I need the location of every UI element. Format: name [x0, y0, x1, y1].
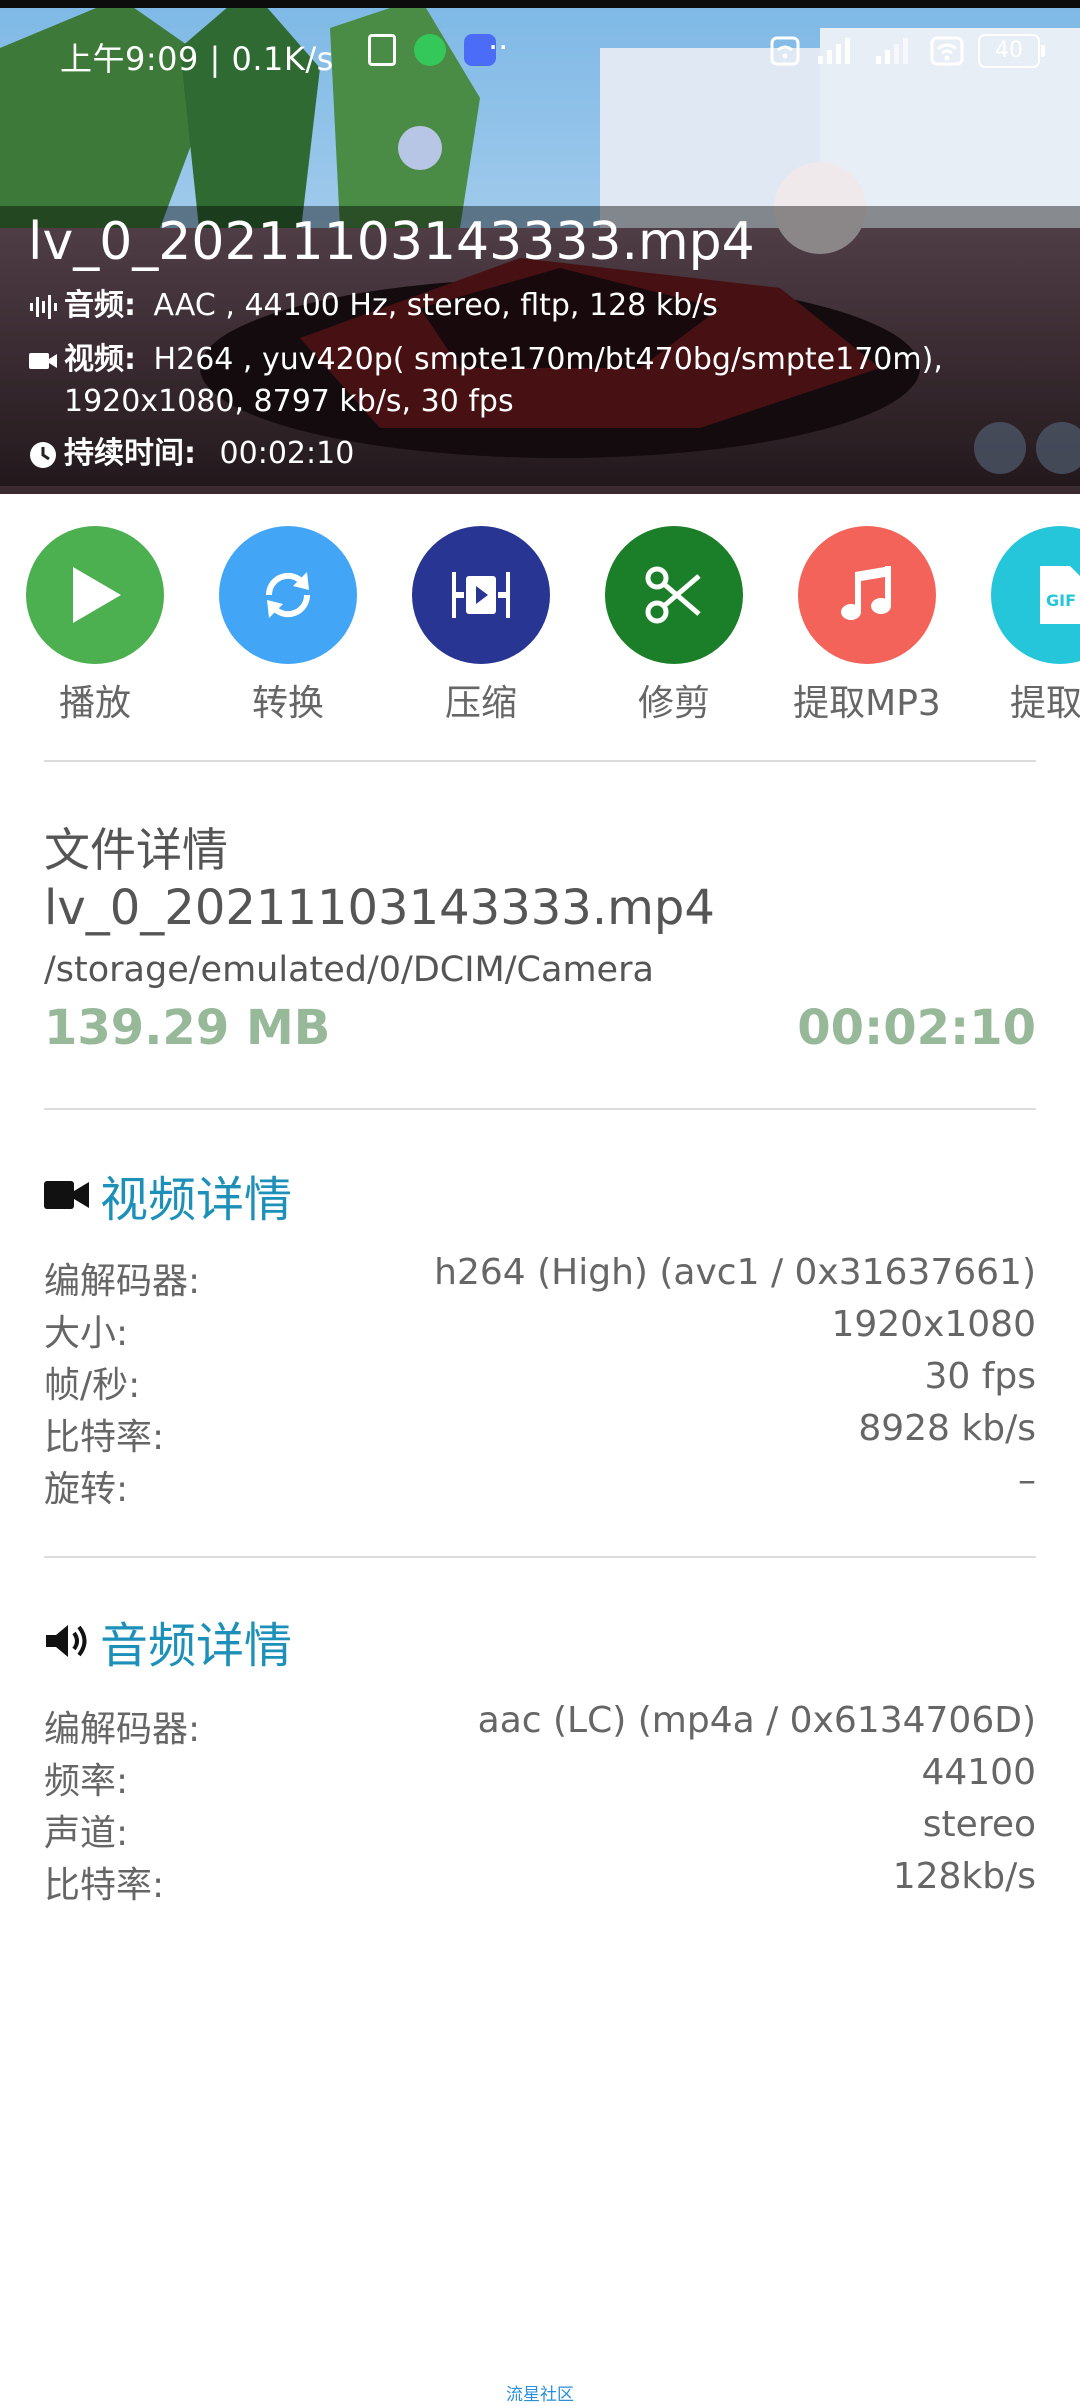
audio-detail-row: 编解码器: aac (LC) (mp4a / 0x6134706D)	[44, 1700, 1036, 1752]
video-thumbnail-header: 上午9:09 | 0.1K/s ·· 40 lv_0_2021110314333…	[0, 0, 1080, 494]
file-duration: 00:02:10	[797, 1000, 1036, 1056]
video-detail-row: 比特率: 8928 kb/s	[44, 1408, 1036, 1460]
duration-value: 00:02:10	[219, 436, 355, 471]
audio-detail-row: 频率: 44100	[44, 1752, 1036, 1804]
trim-label: 修剪	[637, 683, 710, 724]
wifi-icon	[930, 36, 964, 66]
play-label: 播放	[58, 683, 131, 724]
status-time: 上午9:09 | 0.1K/s	[60, 40, 334, 78]
file-details-name: lv_0_20211103143333.mp4	[44, 880, 715, 936]
video-value-line2: 1920x1080, 8797 kb/s, 30 fps	[64, 384, 514, 419]
audio-details-title: 音频详情	[100, 1618, 293, 1674]
detail-value: –	[1018, 1460, 1036, 1501]
video-details-title: 视频详情	[100, 1172, 293, 1228]
extract-mp3-button[interactable]: 提取MP3	[772, 526, 962, 726]
duration-label: 持续时间:	[64, 436, 196, 471]
audio-wave-icon	[30, 294, 57, 319]
compress-label: 压缩	[444, 683, 517, 724]
video-detail-row: 编解码器: h264 (High) (avc1 / 0x31637661)	[44, 1252, 1036, 1304]
detail-key: 编解码器:	[44, 1261, 201, 1302]
detail-key: 帧/秒:	[44, 1365, 141, 1406]
video-detail-row: 大小: 1920x1080	[44, 1304, 1036, 1356]
action-buttons-row: 播放 转换 压缩 修剪 提取MP3 GIF 提取	[0, 526, 1080, 726]
extract-mp3-label: 提取MP3	[793, 683, 941, 724]
convert-label: 转换	[251, 683, 324, 724]
extract-gif-button[interactable]: GIF 提取G	[965, 526, 1080, 726]
file-details-title: 文件详情	[44, 823, 228, 877]
audio-detail-row: 比特率: 128kb/s	[44, 1856, 1036, 1908]
detail-key: 旋转:	[44, 1469, 129, 1510]
watermark: 流星社区	[506, 2385, 574, 2405]
extract-gif-label: 提取G	[1010, 683, 1080, 724]
video-camera-icon	[44, 1181, 89, 1209]
audio-label: 音频:	[64, 288, 136, 323]
divider	[44, 1108, 1036, 1110]
header-file-name: lv_0_20211103143333.mp4	[28, 212, 755, 272]
detail-key: 比特率:	[44, 1417, 165, 1458]
wechat-app-icon	[414, 34, 446, 66]
scissors-icon	[645, 566, 701, 624]
gif-icon: GIF	[1040, 566, 1080, 624]
detail-value: 8928 kb/s	[858, 1408, 1036, 1449]
detail-value: 44100	[921, 1752, 1036, 1793]
audio-value: AAC , 44100 Hz, stereo, fltp, 128 kb/s	[153, 288, 718, 323]
signal-2-icon	[876, 38, 908, 64]
file-size: 139.29 MB	[44, 1000, 331, 1056]
video-value-line1: H264 , yuv420p( smpte170m/bt470bg/smpte1…	[153, 342, 943, 377]
header-video-row: 视频: H264 , yuv420p( smpte170m/bt470bg/sm…	[28, 340, 943, 380]
trim-button[interactable]: 修剪	[579, 526, 769, 726]
detail-key: 编解码器:	[44, 1709, 201, 1750]
compress-icon	[452, 572, 510, 618]
detail-key: 比特率:	[44, 1865, 165, 1906]
video-detail-row: 帧/秒: 30 fps	[44, 1356, 1036, 1408]
convert-icon	[265, 572, 311, 618]
header-audio-row: 音频: AAC , 44100 Hz, stereo, fltp, 128 kb…	[28, 286, 718, 326]
play-icon	[73, 567, 121, 623]
status-bar: 上午9:09 | 0.1K/s ·· 40	[0, 0, 1080, 100]
signal-1-icon	[818, 38, 850, 64]
video-details-header: 视频详情	[44, 1160, 292, 1230]
detail-value: 1920x1080	[831, 1304, 1036, 1345]
more-notifications-icon: ··	[488, 28, 509, 66]
video-label: 视频:	[64, 342, 136, 377]
detail-value: 30 fps	[924, 1356, 1036, 1397]
audio-detail-row: 声道: stereo	[44, 1804, 1036, 1856]
detail-value: h264 (High) (avc1 / 0x31637661)	[434, 1252, 1036, 1293]
detail-key: 大小:	[44, 1313, 129, 1354]
divider	[44, 760, 1036, 762]
svg-text:GIF: GIF	[1046, 591, 1076, 610]
vibrate-icon	[368, 34, 396, 66]
compress-button[interactable]: 压缩	[386, 526, 576, 726]
video-camera-icon	[29, 352, 57, 369]
file-details-path: /storage/emulated/0/DCIM/Camera	[44, 950, 654, 990]
music-note-icon	[841, 566, 891, 620]
audio-details-header: 音频详情	[44, 1606, 292, 1676]
detail-key: 声道:	[44, 1813, 129, 1854]
video-detail-row: 旋转: –	[44, 1460, 1036, 1512]
detail-value: 128kb/s	[892, 1856, 1036, 1897]
status-app-icons	[368, 34, 496, 66]
play-button[interactable]: 播放	[0, 526, 190, 726]
convert-button[interactable]: 转换	[193, 526, 383, 726]
detail-value: stereo	[922, 1804, 1036, 1845]
wifi-calling-icon	[770, 36, 800, 66]
detail-value: aac (LC) (mp4a / 0x6134706D)	[477, 1700, 1036, 1741]
header-duration-row: 持续时间: 00:02:10	[28, 434, 354, 474]
clock-icon	[30, 441, 56, 468]
battery-icon: 40	[978, 34, 1045, 68]
detail-key: 频率:	[44, 1761, 129, 1802]
divider	[44, 1556, 1036, 1558]
speaker-icon	[46, 1625, 87, 1657]
